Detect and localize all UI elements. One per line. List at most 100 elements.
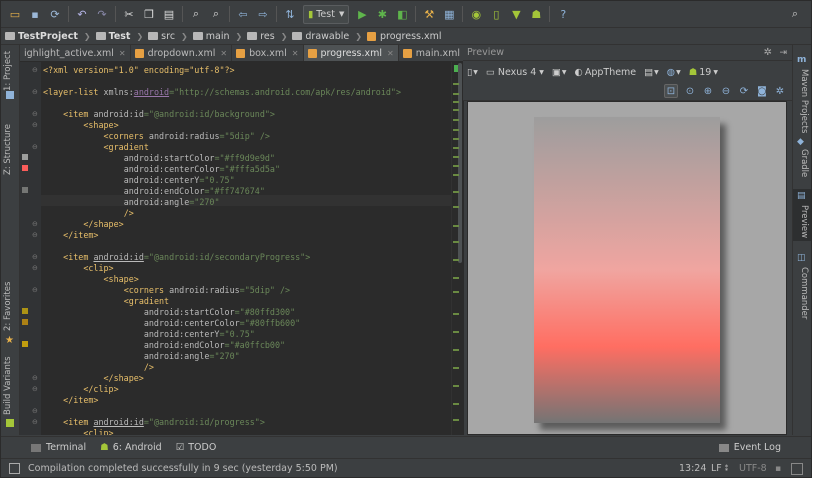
back-icon[interactable]: ⇦: [235, 6, 251, 22]
project-tool-tab[interactable]: 1: Project: [3, 51, 13, 91]
device-select[interactable]: ▭ Nexus 4 ▼: [486, 67, 544, 78]
maven-tool-tab[interactable]: Maven Projects: [799, 69, 809, 133]
close-icon[interactable]: ✕: [220, 49, 227, 58]
attach-debugger-icon[interactable]: ◧: [394, 6, 410, 22]
run-icon[interactable]: ▶: [354, 6, 370, 22]
error-stripe-marker[interactable]: [453, 147, 459, 149]
error-stripe-marker[interactable]: [453, 138, 459, 140]
fold-marker[interactable]: ⊖: [32, 143, 38, 151]
screenshot-icon[interactable]: ◙: [756, 85, 768, 97]
event-log-tab[interactable]: Event Log: [718, 442, 781, 453]
error-stripe-marker[interactable]: [453, 331, 459, 333]
fold-marker[interactable]: ⊖: [32, 374, 38, 382]
color-swatch[interactable]: [22, 165, 28, 171]
terminal-tab[interactable]: Terminal: [31, 442, 86, 453]
redo-icon[interactable]: ↷: [94, 6, 110, 22]
locale-select[interactable]: ◍ ▼: [667, 67, 681, 78]
error-stripe-marker[interactable]: [453, 385, 459, 387]
activity-select[interactable]: ▤ ▼: [644, 67, 659, 78]
sync-icon[interactable]: ⟳: [47, 6, 63, 22]
breadcrumb-item[interactable]: Test: [92, 31, 136, 42]
error-stripe-marker[interactable]: [453, 419, 459, 421]
favorites-tool-tab[interactable]: 2: Favorites: [3, 282, 13, 331]
tab-progress[interactable]: progress.xml ✕: [303, 45, 399, 61]
tip-icon[interactable]: ◉: [468, 6, 484, 22]
tool-windows-toggle-icon[interactable]: [9, 463, 20, 474]
error-stripe-marker[interactable]: [453, 291, 459, 293]
refresh-icon[interactable]: ⟳: [738, 85, 750, 97]
todo-tab[interactable]: ☑ TODO: [176, 442, 217, 453]
orientation-select[interactable]: ▣ ▼: [552, 67, 567, 78]
error-stripe-marker[interactable]: [453, 109, 459, 111]
error-stripe-marker[interactable]: [453, 191, 459, 193]
status-message[interactable]: Compilation completed successfully in 9 …: [28, 463, 338, 474]
fold-marker[interactable]: ⊖: [32, 407, 38, 415]
color-swatch[interactable]: [22, 187, 28, 193]
gradle-tool-tab[interactable]: Gradle: [799, 149, 809, 177]
error-stripe-marker[interactable]: [453, 206, 459, 208]
memory-indicator-icon[interactable]: [791, 462, 803, 475]
zoom-in-icon[interactable]: ⊕: [702, 85, 714, 97]
breadcrumb-item[interactable]: TestProject: [1, 31, 83, 42]
open-folder-icon[interactable]: ▭: [7, 6, 23, 22]
color-swatch[interactable]: [22, 341, 28, 347]
android-tab[interactable]: ☗ 6: Android: [100, 442, 162, 453]
structure-tool-tab[interactable]: Z: Structure: [3, 124, 13, 175]
fold-marker[interactable]: ⊖: [32, 286, 38, 294]
fold-marker[interactable]: ⊖: [32, 264, 38, 272]
replace-icon[interactable]: ⌕: [208, 6, 224, 22]
layout-file-select[interactable]: ▯ ▼: [467, 67, 478, 78]
breadcrumb-item[interactable]: main: [189, 31, 235, 42]
fold-marker[interactable]: ⊖: [32, 88, 38, 96]
breadcrumb-item[interactable]: drawable: [288, 31, 354, 42]
fold-marker[interactable]: ⊖: [32, 121, 38, 129]
zoom-to-fit-icon[interactable]: ⊡: [664, 84, 678, 98]
error-stripe-marker[interactable]: [453, 174, 459, 176]
error-stripe-marker[interactable]: [453, 403, 459, 405]
zoom-actual-icon[interactable]: ⊙: [684, 85, 696, 97]
error-stripe-marker[interactable]: [453, 241, 459, 243]
close-icon[interactable]: ✕: [292, 49, 299, 58]
breadcrumb-item[interactable]: src: [144, 31, 180, 42]
error-stripe-marker[interactable]: [453, 259, 459, 261]
line-separator[interactable]: LF ⁑: [711, 463, 728, 474]
find-icon[interactable]: ⌕: [188, 6, 204, 22]
fold-marker[interactable]: ⊖: [32, 385, 38, 393]
fold-marker[interactable]: ⊖: [32, 66, 38, 74]
fold-marker[interactable]: ⊖: [32, 231, 38, 239]
tab-highlight-active[interactable]: ighlight_active.xml ✕: [20, 45, 131, 61]
color-swatch[interactable]: [22, 154, 28, 160]
commander-tool-tab[interactable]: Commander: [799, 267, 809, 319]
copy-icon[interactable]: ❐: [141, 6, 157, 22]
preview-tool-tab[interactable]: Preview: [799, 205, 809, 238]
color-swatch[interactable]: [22, 308, 28, 314]
api-level-select[interactable]: ☗ 19 ▼: [689, 67, 718, 78]
file-encoding[interactable]: UTF-8: [739, 463, 767, 474]
sdk-manager-icon[interactable]: ▼: [508, 6, 524, 22]
fold-marker[interactable]: ⊖: [32, 418, 38, 426]
error-stripe-marker[interactable]: [453, 349, 459, 351]
error-stripe-marker[interactable]: [453, 313, 459, 315]
project-structure-icon[interactable]: ▦: [441, 6, 457, 22]
paste-icon[interactable]: ▤: [161, 6, 177, 22]
close-icon[interactable]: ✕: [119, 49, 126, 58]
options-icon[interactable]: ✲: [774, 85, 786, 97]
error-stripe-marker[interactable]: [453, 129, 459, 131]
code-editor[interactable]: <?xml version="1.0" encoding="utf-8"?> <…: [41, 62, 451, 435]
error-stripe-marker[interactable]: [453, 367, 459, 369]
breadcrumb-item[interactable]: res: [243, 31, 280, 42]
android-monitor-icon[interactable]: ☗: [528, 6, 544, 22]
error-stripe-marker[interactable]: [453, 277, 459, 279]
fold-marker[interactable]: ⊖: [32, 220, 38, 228]
make-project-icon[interactable]: ⇅: [282, 6, 298, 22]
run-config-select[interactable]: ▮ Test ▼: [303, 4, 350, 24]
save-all-icon[interactable]: ▪: [27, 6, 43, 22]
error-stripe-marker[interactable]: [453, 83, 459, 85]
theme-select[interactable]: ◐ AppTheme: [575, 67, 637, 78]
fold-marker[interactable]: ⊖: [32, 253, 38, 261]
avd-manager-icon[interactable]: ▯: [488, 6, 504, 22]
fold-marker[interactable]: ⊖: [32, 110, 38, 118]
caret-position[interactable]: 13:24: [679, 463, 706, 474]
forward-icon[interactable]: ⇨: [255, 6, 271, 22]
error-stripe-marker[interactable]: [453, 156, 459, 158]
